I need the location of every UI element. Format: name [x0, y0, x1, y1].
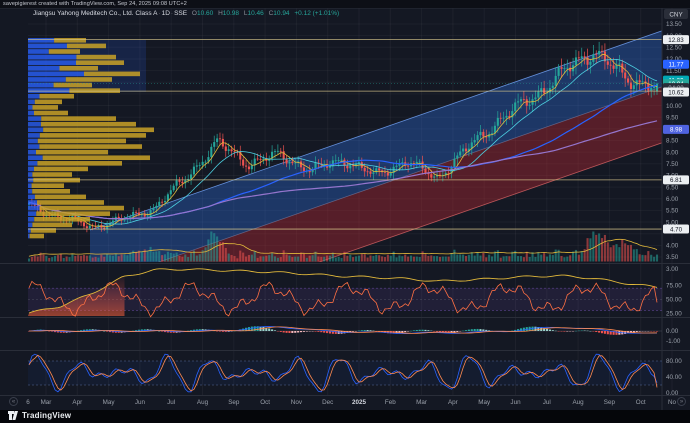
low-value: 10.46: [247, 10, 263, 17]
svg-text:8.50: 8.50: [666, 138, 679, 145]
svg-text:Nov: Nov: [291, 399, 303, 406]
svg-text:6.00: 6.00: [666, 196, 679, 203]
attribution-bar: savepigierest created with TradingView.c…: [0, 0, 690, 8]
svg-text:7.50: 7.50: [666, 161, 679, 168]
svg-text:May: May: [103, 399, 116, 406]
svg-text:8.00: 8.00: [666, 149, 679, 156]
time-axis-left-button[interactable]: «: [9, 397, 18, 406]
svg-text:2025: 2025: [352, 399, 367, 406]
svg-text:CNY: CNY: [669, 12, 683, 19]
svg-text:13.50: 13.50: [666, 21, 682, 28]
tradingview-logo[interactable]: TradingView: [8, 411, 71, 420]
attribution-text: savepigierest created with TradingView.c…: [3, 1, 187, 7]
svg-text:9.50: 9.50: [666, 114, 679, 121]
svg-text:6.50: 6.50: [666, 184, 679, 191]
svg-text:No: No: [668, 399, 677, 406]
svg-text:0.00: 0.00: [666, 328, 679, 335]
svg-text:Sep: Sep: [228, 399, 240, 406]
tradingview-chart-window: savepigierest created with TradingView.c…: [0, 0, 690, 423]
svg-text:10.00: 10.00: [666, 103, 682, 110]
svg-text:40.00: 40.00: [666, 374, 682, 381]
svg-text:Oct: Oct: [260, 399, 270, 406]
change-value: +0.12 (+1.01%): [294, 10, 339, 17]
main-legend[interactable]: Jiangsu Yahong Meditech Co., Ltd. Class …: [33, 10, 339, 17]
svg-text:4.70: 4.70: [670, 226, 683, 233]
svg-text:0.00: 0.00: [666, 390, 679, 397]
svg-text:Jun: Jun: [510, 399, 521, 406]
symbol-title[interactable]: Jiangsu Yahong Meditech Co., Ltd. Class …: [33, 10, 157, 17]
svg-text:Dec: Dec: [322, 399, 333, 406]
svg-text:80.00: 80.00: [666, 358, 682, 365]
svg-text:8.98: 8.98: [670, 127, 683, 134]
open-value: 10.60: [197, 10, 213, 17]
footer-bar: TradingView: [0, 410, 690, 423]
svg-text:Feb: Feb: [385, 399, 396, 406]
svg-text:Mar: Mar: [41, 399, 52, 406]
symbol-exchange[interactable]: SSE: [174, 10, 187, 17]
svg-text:Jul: Jul: [167, 399, 175, 406]
tradingview-logo-icon: [8, 411, 19, 420]
svg-text:Aug: Aug: [197, 399, 209, 406]
svg-text:12.83: 12.83: [668, 37, 684, 44]
svg-text:Apr: Apr: [72, 399, 82, 406]
svg-text:6: 6: [26, 399, 30, 406]
svg-text:3.00: 3.00: [666, 266, 679, 273]
svg-text:3.50: 3.50: [666, 254, 679, 261]
close-value: 10.94: [273, 10, 289, 17]
svg-text:12.50: 12.50: [666, 45, 682, 52]
chart-canvas[interactable]: 13.5013.0012.5012.0011.5010.009.508.508.…: [0, 0, 690, 423]
go-to-realtime-button[interactable]: »: [677, 397, 686, 406]
svg-text:25.00: 25.00: [666, 310, 682, 317]
svg-text:11.77: 11.77: [668, 62, 684, 69]
svg-text:6.81: 6.81: [670, 177, 683, 184]
svg-text:-1.00: -1.00: [666, 338, 681, 345]
svg-text:5.50: 5.50: [666, 208, 679, 215]
svg-text:Oct: Oct: [636, 399, 646, 406]
svg-text:Jun: Jun: [135, 399, 146, 406]
svg-text:11.50: 11.50: [666, 68, 682, 75]
svg-text:Jul: Jul: [543, 399, 551, 406]
svg-text:75.00: 75.00: [666, 283, 682, 290]
svg-text:Sep: Sep: [604, 399, 616, 406]
svg-text:May: May: [478, 399, 491, 406]
svg-text:Apr: Apr: [448, 399, 458, 406]
svg-text:Aug: Aug: [572, 399, 584, 406]
tradingview-logo-text: TradingView: [22, 411, 71, 420]
svg-text:50.00: 50.00: [666, 297, 682, 304]
svg-text:10.62: 10.62: [668, 89, 684, 96]
svg-text:4.00: 4.00: [666, 243, 679, 250]
symbol-line[interactable]: Jiangsu Yahong Meditech Co., Ltd. Class …: [33, 10, 339, 17]
symbol-interval[interactable]: 1D: [162, 10, 170, 17]
high-value: 10.98: [223, 10, 239, 17]
svg-text:Mar: Mar: [416, 399, 427, 406]
